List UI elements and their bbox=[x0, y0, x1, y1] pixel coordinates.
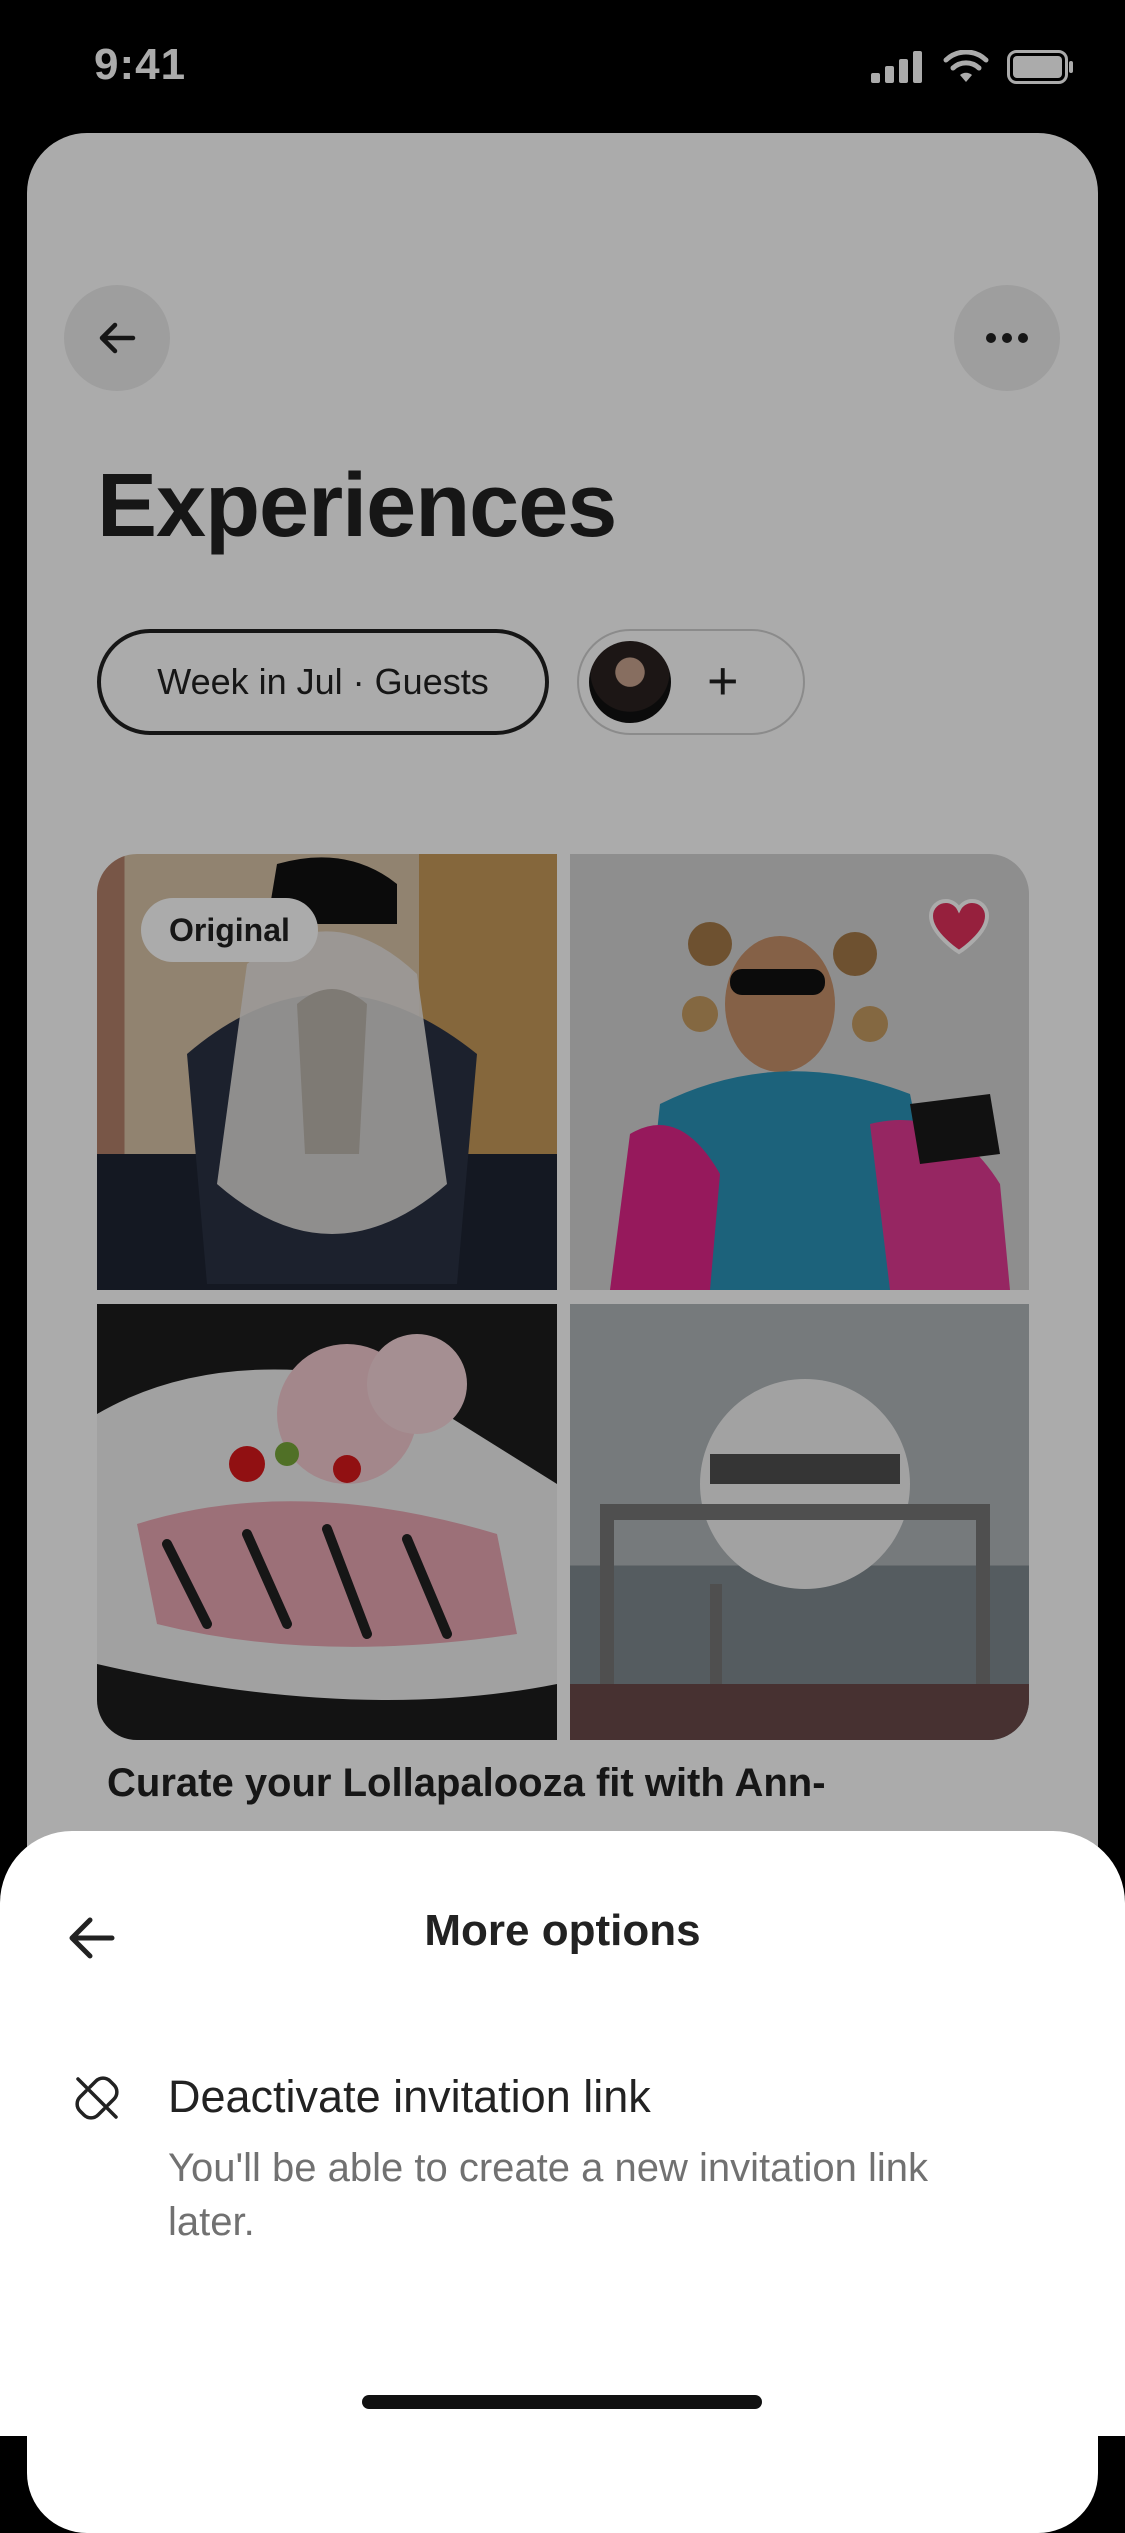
deactivate-link-option[interactable]: Deactivate invitation link You'll be abl… bbox=[0, 2071, 1125, 2244]
home-indicator bbox=[362, 2395, 762, 2409]
unlink-icon bbox=[75, 2076, 119, 2120]
option-title: Deactivate invitation link bbox=[168, 2071, 651, 2122]
sheet-title: More options bbox=[424, 1906, 701, 1955]
more-options-sheet: More options Deactivate invitation link … bbox=[0, 1831, 1125, 2436]
option-description: You'll be able to create a new invitatio… bbox=[168, 2146, 928, 2244]
